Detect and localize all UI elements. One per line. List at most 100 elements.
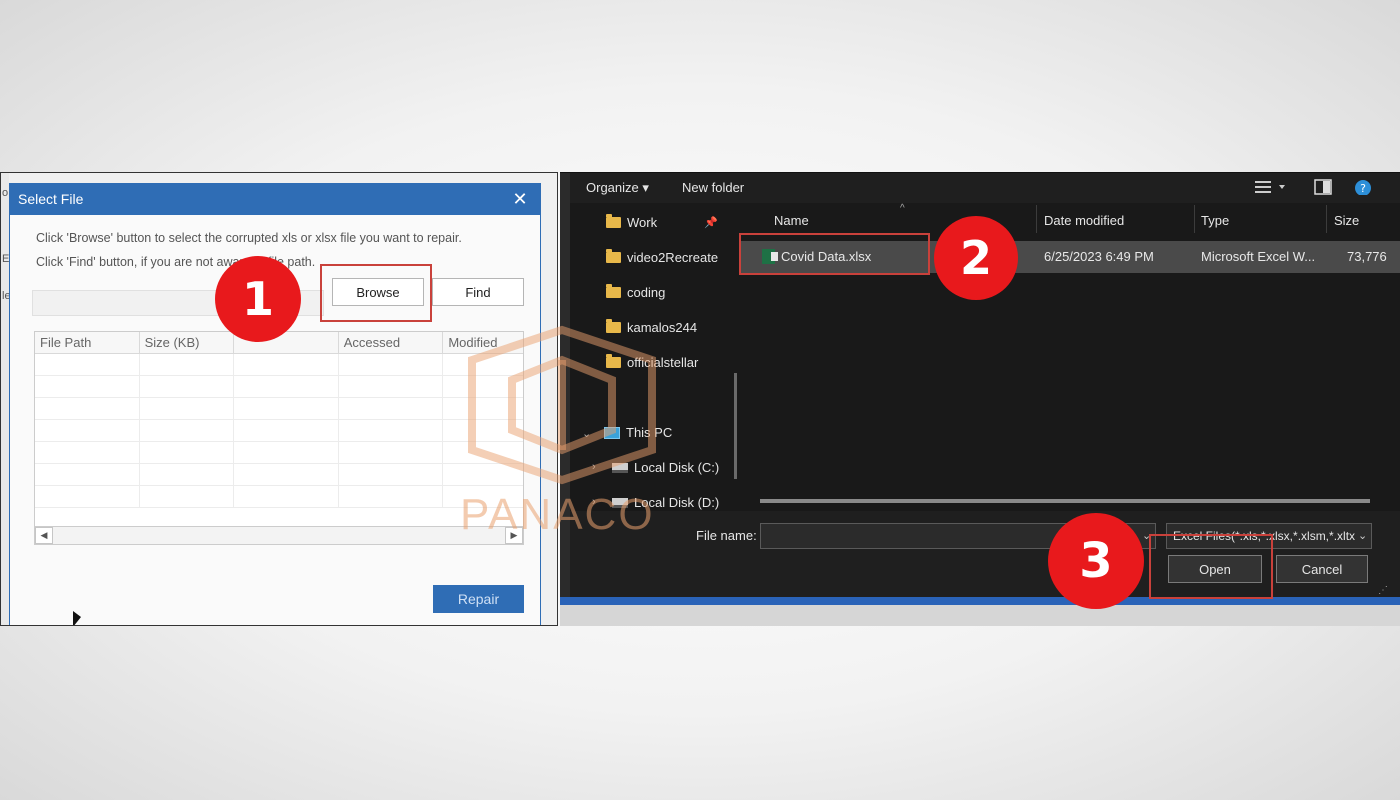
- folder-icon: [606, 214, 621, 228]
- table-row[interactable]: [35, 420, 523, 442]
- table-cell: [140, 486, 235, 507]
- table-cell: [35, 354, 140, 375]
- horizontal-scrollbar[interactable]: [760, 499, 1370, 503]
- preview-pane-icon[interactable]: [1314, 179, 1332, 195]
- chevron-down-icon[interactable]: ⌄: [582, 427, 591, 440]
- table-cell: [35, 486, 140, 507]
- table-cell: [35, 442, 140, 463]
- table-cell: [35, 420, 140, 441]
- horizontal-scrollbar[interactable]: ◀ ▶: [35, 526, 523, 544]
- table-cell: [443, 376, 523, 397]
- column-divider[interactable]: [1194, 205, 1195, 233]
- table-cell: [234, 464, 339, 485]
- table-cell: [443, 398, 523, 419]
- table-cell: [234, 376, 339, 397]
- scroll-left-icon[interactable]: ◀: [35, 527, 53, 544]
- table-row[interactable]: [35, 486, 523, 508]
- repair-button[interactable]: Repair: [433, 585, 524, 613]
- table-cell: [140, 420, 235, 441]
- nav-item-this-pc[interactable]: This PC: [604, 425, 672, 440]
- table-cell: [140, 464, 235, 485]
- dialog-titlebar: Select File ✕: [10, 183, 540, 215]
- file-type-cell: Microsoft Excel W...: [1201, 249, 1316, 264]
- table-cell: [443, 486, 523, 507]
- pin-icon[interactable]: 📌: [704, 216, 718, 229]
- nav-label: This PC: [626, 425, 673, 440]
- nav-label: video2Recreate: [627, 250, 719, 265]
- column-divider[interactable]: [1036, 205, 1037, 233]
- disk-icon: [612, 462, 628, 473]
- table-cell: [35, 376, 140, 397]
- select-file-dialog: Select File ✕ Click 'Browse' button to s…: [9, 183, 541, 625]
- chevron-right-icon[interactable]: ›: [592, 496, 596, 508]
- folder-icon: [606, 249, 621, 263]
- browse-highlight-box: [320, 264, 432, 322]
- edge-glyph: o: [2, 187, 9, 199]
- table-row[interactable]: [35, 464, 523, 486]
- column-header[interactable]: Size (KB): [140, 332, 235, 353]
- folder-icon: [606, 354, 621, 368]
- table-cell: [443, 420, 523, 441]
- taskbar-strip: [560, 597, 1400, 605]
- table-row[interactable]: [35, 398, 523, 420]
- table-row[interactable]: [35, 376, 523, 398]
- nav-label: Local Disk (C:): [634, 460, 720, 475]
- column-header[interactable]: Modified: [443, 332, 523, 353]
- nav-label: Work: [627, 215, 658, 230]
- table-row[interactable]: [35, 354, 523, 376]
- resize-grip-icon[interactable]: ⋰: [1378, 585, 1388, 596]
- table-cell: [339, 464, 444, 485]
- dialog-title: Select File: [18, 191, 84, 207]
- find-button[interactable]: Find: [432, 278, 524, 306]
- nav-item-local-disk-d[interactable]: Local Disk (D:): [612, 495, 719, 510]
- column-name[interactable]: Name: [774, 213, 809, 228]
- column-header[interactable]: File Path: [35, 332, 140, 353]
- table-cell: [339, 354, 444, 375]
- sort-ascending-icon: ^: [900, 203, 905, 214]
- nav-item-officialstellar[interactable]: officialstellar: [606, 354, 698, 370]
- mouse-cursor-icon: [73, 611, 81, 625]
- column-type[interactable]: Type: [1201, 213, 1229, 228]
- table-cell: [443, 442, 523, 463]
- table-cell: [140, 398, 235, 419]
- organize-menu[interactable]: Organize ▾: [586, 180, 649, 196]
- cancel-button[interactable]: Cancel: [1276, 555, 1368, 583]
- table-cell: [234, 398, 339, 419]
- table-cell: [35, 398, 140, 419]
- new-folder-button[interactable]: New folder: [682, 180, 744, 195]
- column-divider[interactable]: [1326, 205, 1327, 233]
- file-size-cell: 73,776: [1347, 249, 1387, 264]
- nav-item-kamalos244[interactable]: kamalos244: [606, 319, 698, 335]
- open-highlight-box: [1149, 534, 1273, 599]
- help-icon[interactable]: ?: [1354, 179, 1372, 195]
- view-options-icon[interactable]: [1255, 179, 1289, 195]
- chevron-down-icon[interactable]: ⌄: [1358, 529, 1367, 542]
- table-row[interactable]: [35, 442, 523, 464]
- file-dialog-toolbar: Organize ▾ New folder ?: [570, 173, 1400, 203]
- navigation-pane: Work 📌 video2Recreate coding kamalos244 …: [570, 203, 740, 511]
- column-header[interactable]: Accessed: [339, 332, 444, 353]
- table-cell: [339, 420, 444, 441]
- nav-scrollbar[interactable]: [734, 373, 737, 479]
- table-cell: [339, 376, 444, 397]
- column-date-modified[interactable]: Date modified: [1044, 213, 1124, 228]
- scroll-right-icon[interactable]: ▶: [505, 527, 523, 544]
- nav-item-work[interactable]: Work: [606, 214, 658, 230]
- column-size[interactable]: Size: [1334, 213, 1359, 228]
- file-highlight-box: [739, 233, 930, 275]
- nav-label: coding: [627, 285, 666, 300]
- nav-item-coding[interactable]: coding: [606, 284, 666, 300]
- table-cell: [339, 398, 444, 419]
- file-name-label: File name:: [696, 528, 757, 543]
- table-cell: [140, 376, 235, 397]
- file-dialog-footer: File name: ⌄ Excel Files(*.xls,*.xlsx,*.…: [570, 511, 1400, 597]
- nav-label: kamalos244: [627, 320, 698, 335]
- table-cell: [234, 420, 339, 441]
- nav-item-video2recreate[interactable]: video2Recreate: [606, 249, 719, 265]
- close-icon[interactable]: ✕: [508, 189, 532, 210]
- step-2-badge: 2: [934, 216, 1018, 300]
- step-3-badge: 3: [1048, 513, 1144, 609]
- computer-icon: [604, 426, 620, 439]
- nav-item-local-disk-c[interactable]: Local Disk (C:): [612, 460, 719, 475]
- chevron-right-icon[interactable]: ›: [592, 461, 596, 473]
